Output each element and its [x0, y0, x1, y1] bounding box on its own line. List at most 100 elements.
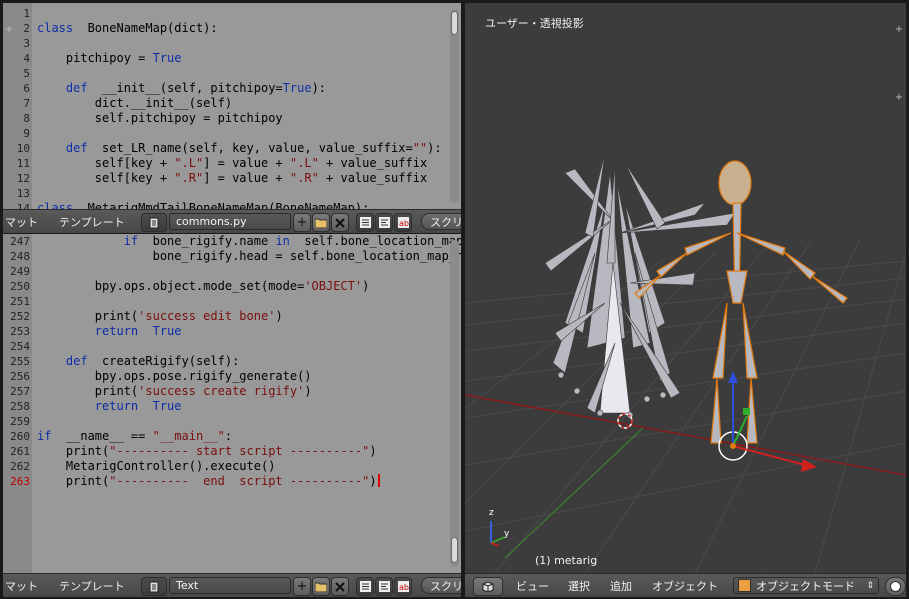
menu-object[interactable]: オブジェクト	[652, 574, 718, 597]
vertical-scrollbar[interactable]	[450, 240, 459, 567]
scrollbar-thumb[interactable]	[451, 11, 458, 35]
text-datablock-browse-button[interactable]	[141, 213, 167, 232]
keyword-token: def	[65, 354, 88, 368]
new-text-button[interactable]: +	[293, 577, 311, 596]
unlink-text-button[interactable]	[331, 213, 349, 232]
open-text-button[interactable]	[312, 213, 330, 232]
code-token: self.bone_location_map_h	[289, 234, 461, 248]
header-menu-partial[interactable]: マット	[5, 210, 38, 233]
viewport-shading-button[interactable]	[885, 577, 906, 596]
code-token: print(	[37, 444, 110, 458]
line-number: 251	[10, 295, 30, 308]
code-token: ):	[311, 81, 327, 95]
area-split-corner-icon[interactable]: +	[894, 25, 904, 35]
code-area[interactable]: 247 if bone_rigify.name in self.bone_loc…	[3, 234, 461, 573]
line-text: dict.__init__(self)	[37, 96, 232, 111]
axis-label-z: z	[489, 508, 494, 518]
text-datablock-name-field[interactable]: commons.py	[169, 213, 291, 230]
line-number: 9	[23, 127, 30, 140]
run-script-button[interactable]: スクリ	[421, 213, 461, 230]
line-text: bone_rigify.head = self.bone_location_ma…	[37, 249, 461, 264]
code-token: bpy.ops.pose.rigify_generate()	[37, 369, 312, 383]
code-token: )	[304, 384, 312, 398]
code-token: print(	[37, 384, 139, 398]
line-text: if __name__ == "__main__":	[37, 429, 232, 444]
line-number: 255	[10, 355, 30, 368]
code-token: bone_rigify.head = self.bone_location_ma…	[37, 249, 461, 263]
line-text: print("---------- start script ---------…	[37, 444, 377, 459]
line-number: 258	[10, 400, 30, 413]
code-token: set_LR_name(self, key, value, value_suff…	[87, 141, 413, 155]
menu-view[interactable]: ビュー	[516, 574, 549, 597]
text-cursor	[377, 474, 380, 487]
string-token: 'OBJECT'	[304, 279, 363, 293]
area-split-corner-icon[interactable]: +	[4, 25, 14, 35]
line-text: class BoneNameMap(dict):	[37, 21, 218, 36]
folder-icon	[315, 218, 327, 228]
menu-select[interactable]: 選択	[568, 574, 590, 597]
run-script-button[interactable]: スクリ	[421, 577, 461, 594]
folder-icon	[315, 582, 327, 592]
code-area[interactable]: 1 2 class BoneNameMap(dict): 3 4 pitchipoy =…	[3, 3, 447, 209]
line-text: self.pitchipoy = pitchipoy	[37, 111, 283, 126]
toggle-syntax-highlight-button[interactable]: ab	[394, 577, 412, 596]
grey-armature	[544, 152, 736, 419]
keyword-token: class	[37, 21, 74, 35]
floor-grid	[465, 238, 906, 573]
code-token: print(	[37, 309, 139, 323]
vertical-scrollbar[interactable]	[450, 9, 459, 203]
code-token: MetarigController().execute()	[37, 459, 276, 473]
open-text-button[interactable]	[312, 577, 330, 596]
plus-icon: +	[296, 579, 308, 594]
header-menu-templates[interactable]: テンプレート	[59, 574, 125, 597]
toggle-word-wrap-button[interactable]	[375, 577, 393, 596]
unlink-text-button[interactable]	[331, 577, 349, 596]
line-text: def set_LR_name(self, key, value, value_…	[37, 141, 442, 156]
code-token: self.pitchipoy = pitchipoy	[37, 111, 283, 125]
sphere-icon	[890, 581, 901, 592]
string-token: 'success create rigify'	[138, 384, 305, 398]
menu-add[interactable]: 追加	[610, 574, 632, 597]
line-number: 261	[10, 445, 30, 458]
line-number: 249	[10, 265, 30, 278]
top-text-editor[interactable]: 1 2 class BoneNameMap(dict): 3 4 pitchipoy =…	[3, 3, 461, 209]
toggle-line-numbers-button[interactable]	[356, 213, 374, 232]
viewport-scene[interactable]	[465, 3, 906, 573]
area-split-corner-icon[interactable]: +	[894, 93, 904, 103]
mode-label: オブジェクトモード	[756, 579, 855, 593]
header-menu-templates[interactable]: テンプレート	[59, 210, 125, 233]
close-icon	[335, 217, 345, 228]
syntax-highlight-icon: ab	[397, 217, 409, 228]
toggle-line-numbers-button[interactable]	[356, 577, 374, 596]
keyword-token: True	[152, 324, 182, 338]
line-text: print('success create rigify')	[37, 384, 312, 399]
plus-icon: +	[296, 215, 308, 230]
text-document-icon	[149, 217, 159, 228]
text-document-icon	[149, 581, 159, 592]
new-text-button[interactable]: +	[293, 213, 311, 232]
text-datablock-browse-button[interactable]	[141, 577, 167, 596]
scrollbar-thumb[interactable]	[451, 537, 458, 563]
code-token: )	[362, 279, 370, 293]
text-datablock-name-field[interactable]: Text	[169, 577, 291, 594]
toggle-word-wrap-button[interactable]	[375, 213, 393, 232]
line-text: bpy.ops.pose.rigify_generate()	[37, 369, 312, 384]
toggle-syntax-highlight-button[interactable]: ab	[394, 213, 412, 232]
line-number: 4	[23, 52, 30, 65]
editor-type-button[interactable]	[473, 577, 503, 596]
line-number: 13	[16, 187, 30, 200]
selected-metarig	[634, 160, 848, 444]
code-token: createRigify(self):	[87, 354, 240, 368]
3d-viewport[interactable]: z y ユーザー・透視投影 (1) metarig + +	[465, 3, 906, 573]
bottom-text-editor[interactable]: 247 if bone_rigify.name in self.bone_loc…	[3, 234, 461, 573]
keyword-token: def	[65, 141, 88, 155]
code-token: self[key +	[37, 171, 175, 185]
code-token: )	[369, 444, 377, 458]
interaction-mode-select[interactable]: オブジェクトモード ⇕	[733, 577, 879, 594]
header-menu-partial[interactable]: マット	[5, 574, 38, 597]
line-text: pitchipoy = True	[37, 51, 182, 66]
